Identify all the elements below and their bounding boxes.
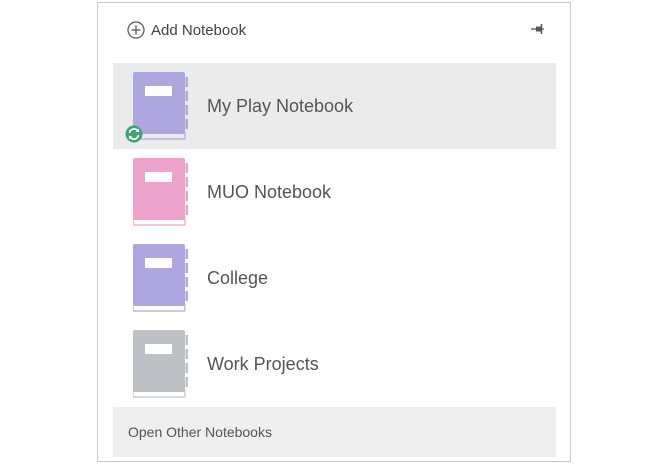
notebook-list: My Play Notebook MUO Notebook College Work … [113, 63, 556, 407]
notebook-panel: Add Notebook My Play Notebook MUO Noteboo… [97, 2, 571, 462]
notebook-item[interactable]: MUO Notebook [113, 149, 556, 235]
plus-circle-icon [127, 21, 145, 39]
sync-icon [125, 125, 143, 148]
add-notebook-label: Add Notebook [151, 21, 247, 39]
notebook-name: College [207, 268, 269, 288]
notebook-item[interactable]: Work Projects [113, 321, 556, 407]
notebook-name: Work Projects [207, 354, 319, 374]
open-other-notebooks-label: Open Other Notebooks [128, 424, 272, 440]
notebook-icon [133, 244, 189, 312]
notebook-item[interactable]: My Play Notebook [113, 63, 556, 149]
notebook-name: MUO Notebook [207, 182, 332, 202]
notebook-icon [133, 330, 189, 398]
add-notebook-button[interactable]: Add Notebook [127, 19, 246, 41]
pin-icon [531, 24, 544, 34]
notebook-icon [133, 158, 189, 226]
pin-button[interactable] [528, 20, 546, 38]
open-other-notebooks-button[interactable]: Open Other Notebooks [113, 407, 556, 457]
notebook-item[interactable]: College [113, 235, 556, 321]
notebook-name: My Play Notebook [207, 96, 354, 116]
